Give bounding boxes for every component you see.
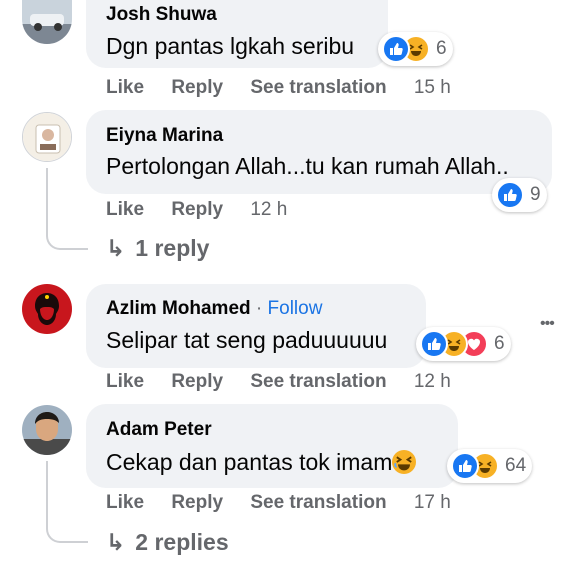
comment-text: Selipar tat seng paduuuuuu (106, 327, 388, 353)
reaction-count: 9 (530, 184, 541, 205)
reply-arrow-icon: ↳ (106, 235, 126, 261)
see-translation-link[interactable]: See translation (250, 371, 386, 392)
reply-link[interactable]: Reply (171, 492, 223, 513)
reply-link[interactable]: Reply (171, 199, 223, 220)
comment-actions: Like Reply 12 h (106, 199, 287, 221)
reply-thread-line (46, 461, 88, 543)
name-separator: · (255, 298, 263, 319)
view-replies-link[interactable]: ↳ 2 replies (106, 529, 229, 556)
like-reaction-icon (451, 452, 479, 480)
timestamp[interactable]: 12 h (414, 371, 451, 392)
avatar-adam-peter[interactable] (22, 405, 72, 455)
like-reaction-icon (420, 330, 448, 358)
more-options-icon[interactable]: ••• (540, 315, 555, 333)
like-reaction-icon (496, 181, 524, 209)
commenter-name[interactable]: Adam Peter (106, 419, 212, 441)
comment-bubble (86, 110, 552, 194)
avatar-josh-shuwa[interactable] (22, 0, 72, 44)
commenter-name-text[interactable]: Azlim Mohamed (106, 298, 251, 319)
avatar-azlim-mohamed[interactable] (22, 284, 72, 334)
comment-actions: Like Reply See translation 12 h (106, 371, 451, 393)
comment-text: Pertolongan Allah...tu kan rumah Allah.. (106, 153, 509, 179)
comment-actions: Like Reply See translation 15 h (106, 77, 451, 99)
comment-actions: Like Reply See translation 17 h (106, 492, 451, 514)
replies-count-label: 1 reply (135, 235, 210, 261)
see-translation-link[interactable]: See translation (250, 492, 386, 513)
like-link[interactable]: Like (106, 492, 144, 513)
see-translation-link[interactable]: See translation (250, 77, 386, 98)
comment-bubble (86, 284, 426, 368)
reply-arrow-icon: ↳ (106, 529, 126, 555)
view-replies-link[interactable]: ↳ 1 reply (106, 235, 209, 262)
reaction-summary[interactable]: 64 (447, 449, 533, 483)
reaction-summary[interactable]: 6 (378, 32, 453, 66)
reaction-summary[interactable]: 6 (416, 327, 511, 361)
haha-emoji-icon (392, 450, 417, 480)
reply-thread-line (46, 168, 88, 250)
like-link[interactable]: Like (106, 371, 144, 392)
comment-text: Cekap dan pantas tok imam (106, 449, 417, 480)
timestamp[interactable]: 12 h (250, 199, 287, 220)
reply-link[interactable]: Reply (171, 77, 223, 98)
timestamp[interactable]: 15 h (414, 77, 451, 98)
reaction-count: 6 (436, 38, 447, 59)
replies-count-label: 2 replies (135, 529, 229, 555)
avatar-eiyna-marina[interactable] (22, 112, 72, 162)
follow-button[interactable]: Follow (268, 298, 323, 319)
reaction-count: 64 (505, 455, 527, 476)
comment-text-content: Cekap dan pantas tok imam (106, 449, 393, 475)
like-link[interactable]: Like (106, 199, 144, 220)
timestamp[interactable]: 17 h (414, 492, 451, 513)
reaction-summary[interactable]: 9 (492, 178, 547, 212)
comment-text: Dgn pantas lgkah seribu (106, 33, 355, 59)
commenter-name: Azlim Mohamed · Follow (106, 298, 322, 320)
reaction-count: 6 (494, 333, 505, 354)
commenter-name[interactable]: Josh Shuwa (106, 4, 217, 26)
reply-link[interactable]: Reply (171, 371, 223, 392)
like-link[interactable]: Like (106, 77, 144, 98)
like-reaction-icon (382, 35, 410, 63)
commenter-name[interactable]: Eiyna Marina (106, 125, 223, 147)
